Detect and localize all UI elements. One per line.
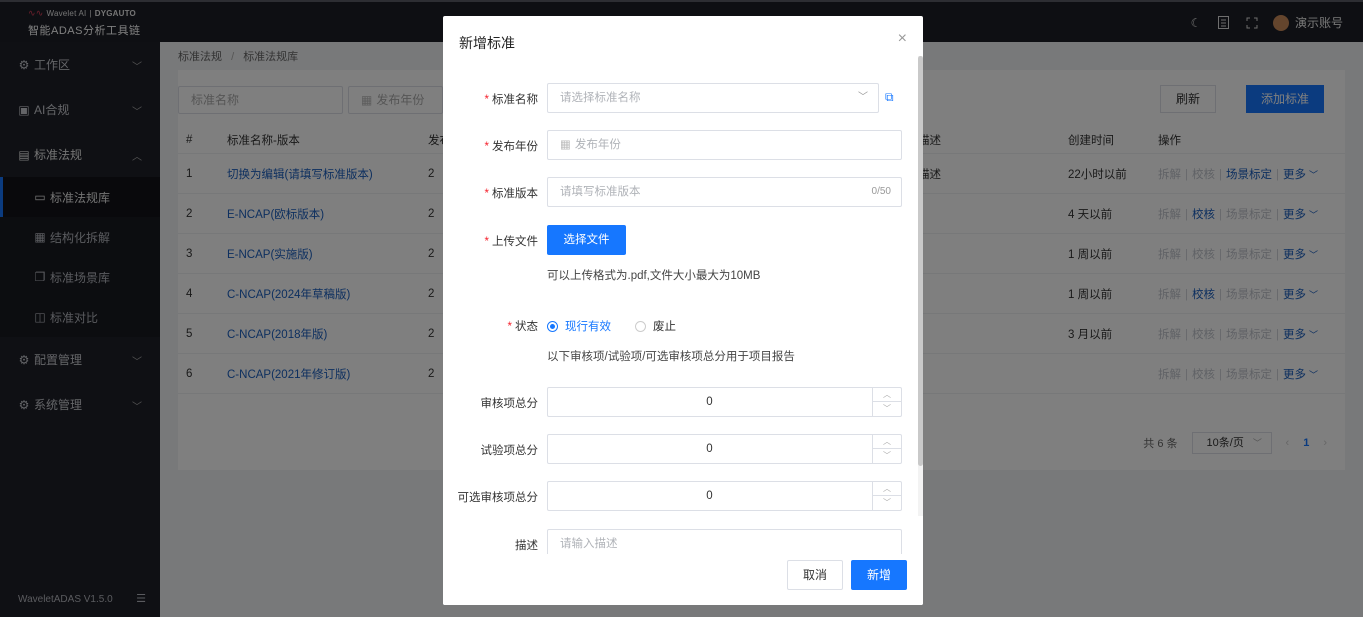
desc-label: 描述 bbox=[515, 540, 538, 552]
increment-icon: ︿ bbox=[873, 435, 901, 449]
status-radio-active[interactable]: 现行有效 bbox=[547, 318, 611, 334]
optional-score-input[interactable]: 0 ︿ ﹀ bbox=[547, 481, 902, 511]
radio-checked-icon bbox=[547, 320, 558, 332]
optional-score-stepper[interactable]: ︿ ﹀ bbox=[872, 482, 901, 510]
scrollbar-thumb[interactable] bbox=[918, 56, 923, 466]
test-score-input[interactable]: 0 ︿ ﹀ bbox=[547, 434, 902, 464]
decrement-icon: ﹀ bbox=[883, 498, 891, 507]
upload-hint: 可以上传格式为.pdf,文件大小最大为10MB bbox=[547, 270, 761, 282]
dialog-title: 新增标准 bbox=[459, 35, 515, 51]
standard-name-placeholder: 请选择标准名称 bbox=[560, 92, 641, 104]
optional-label: 可选审核项总分 bbox=[457, 492, 539, 504]
status-radio-abolished[interactable]: 废止 bbox=[635, 318, 676, 334]
char-counter: 0/50 bbox=[871, 186, 891, 197]
description-textarea[interactable]: 请输入描述 bbox=[547, 529, 902, 554]
upload-label: * 上传文件 bbox=[484, 236, 538, 248]
standard-version-placeholder: 请填写标准版本 bbox=[560, 186, 641, 198]
name-label: * 标准名称 bbox=[484, 94, 538, 106]
publish-year-picker[interactable]: ▦ 发布年份 bbox=[547, 130, 902, 160]
test-label: 试验项总分 bbox=[480, 445, 539, 457]
audit-score-value: 0 bbox=[706, 396, 713, 408]
publish-year-placeholder: 发布年份 bbox=[574, 139, 621, 151]
audit-score-stepper[interactable]: ︿ ﹀ bbox=[872, 388, 901, 416]
calendar-icon: ▦ bbox=[560, 139, 571, 151]
chevron-down-icon: ﹀ bbox=[858, 92, 868, 103]
close-icon[interactable]: × bbox=[898, 30, 907, 48]
confirm-add-button[interactable]: 新增 bbox=[851, 560, 907, 590]
version-label: * 标准版本 bbox=[484, 188, 538, 200]
add-option-icon[interactable]: ⧉ bbox=[885, 90, 894, 105]
test-score-value: 0 bbox=[706, 443, 713, 455]
standard-version-input[interactable]: 请填写标准版本 0/50 bbox=[547, 177, 902, 207]
decrement-icon: ﹀ bbox=[883, 404, 891, 413]
description-placeholder: 请输入描述 bbox=[560, 538, 618, 550]
standard-name-select[interactable]: 请选择标准名称 ﹀ bbox=[547, 83, 879, 113]
dialog-body: * 标准名称 请选择标准名称 ﹀ ⧉ * 发布年份 ▦ 发布年份 * 标准版本 请填写标… bbox=[443, 66, 923, 554]
dialog-scrollbar[interactable] bbox=[918, 56, 923, 516]
add-standard-dialog: 新增标准 × * 标准名称 请选择标准名称 ﹀ ⧉ * 发布年份 ▦ 发布年份 * 标准… bbox=[443, 16, 923, 605]
optional-score-value: 0 bbox=[706, 490, 713, 502]
status-label: * 状态 bbox=[507, 321, 538, 333]
cancel-button[interactable]: 取消 bbox=[787, 560, 843, 590]
decrement-icon: ﹀ bbox=[883, 451, 891, 460]
status-inactive-label: 废止 bbox=[653, 321, 676, 333]
score-hint: 以下审核项/试验项/可选审核项总分用于项目报告 bbox=[547, 351, 795, 363]
choose-file-button[interactable]: 选择文件 bbox=[547, 225, 626, 255]
status-active-label: 现行有效 bbox=[565, 321, 611, 333]
audit-label: 审核项总分 bbox=[480, 398, 539, 410]
dialog-footer: 取消 新增 bbox=[443, 554, 923, 605]
test-score-stepper[interactable]: ︿ ﹀ bbox=[872, 435, 901, 463]
audit-score-input[interactable]: 0 ︿ ﹀ bbox=[547, 387, 902, 417]
radio-unchecked-icon bbox=[635, 320, 646, 332]
increment-icon: ︿ bbox=[873, 388, 901, 402]
year-label: * 发布年份 bbox=[484, 141, 538, 153]
increment-icon: ︿ bbox=[873, 482, 901, 496]
